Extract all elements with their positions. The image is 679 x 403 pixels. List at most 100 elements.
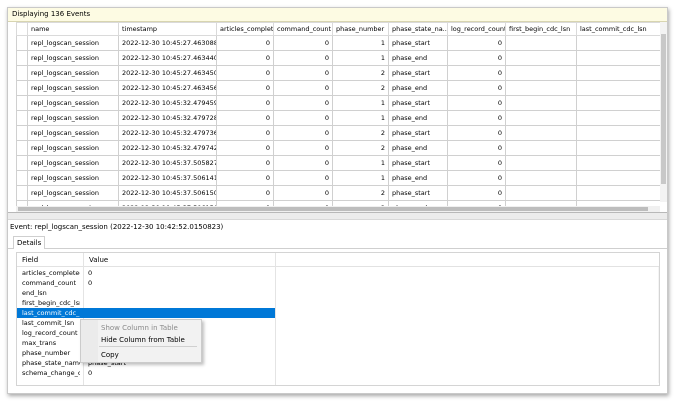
column-header[interactable]: phase_state_na... xyxy=(388,22,448,36)
row-header[interactable] xyxy=(16,35,28,51)
table-cell[interactable]: 0 xyxy=(216,95,274,111)
details-row[interactable]: command_count 0 xyxy=(17,278,659,288)
column-header[interactable]: articles_complet... xyxy=(216,22,274,36)
table-cell[interactable]: 2022-12-30 10:45:32.4797287 xyxy=(118,110,217,126)
table-cell[interactable]: 0 xyxy=(447,110,506,126)
table-cell[interactable]: 0 xyxy=(447,155,506,171)
table-cell[interactable] xyxy=(576,185,660,201)
table-cell[interactable]: 0 xyxy=(273,65,333,81)
table-cell[interactable] xyxy=(576,110,660,126)
table-row[interactable]: repl_logscan_session 2022-12-30 10:45:27.… xyxy=(16,65,660,81)
table-cell[interactable]: 0 xyxy=(447,50,506,66)
table-cell[interactable]: 0 xyxy=(447,65,506,81)
table-cell[interactable]: 0 xyxy=(273,155,333,171)
table-cell[interactable]: phase_start xyxy=(388,95,448,111)
table-cell[interactable]: 2 xyxy=(332,140,389,156)
table-cell[interactable] xyxy=(505,155,577,171)
table-cell[interactable]: phase_end xyxy=(388,170,448,186)
table-cell[interactable] xyxy=(576,170,660,186)
table-cell[interactable]: repl_logscan_session xyxy=(27,95,119,111)
pane-splitter[interactable] xyxy=(8,212,667,220)
table-row[interactable]: repl_logscan_session 2022-12-30 10:45:27.… xyxy=(16,35,660,51)
table-cell[interactable] xyxy=(505,35,577,51)
table-cell[interactable]: 0 xyxy=(447,140,506,156)
table-cell[interactable]: repl_logscan_session xyxy=(27,65,119,81)
table-row[interactable]: repl_logscan_session 2022-12-30 10:45:32.… xyxy=(16,110,660,126)
table-cell[interactable]: 0 xyxy=(273,185,333,201)
table-cell[interactable]: repl_logscan_session xyxy=(27,35,119,51)
table-cell[interactable]: 1 xyxy=(332,35,389,51)
table-cell[interactable]: 0 xyxy=(216,80,274,96)
table-row[interactable]: repl_logscan_session 2022-12-30 10:45:32.… xyxy=(16,125,660,141)
table-cell[interactable]: 2022-12-30 10:45:27.4634500 xyxy=(118,65,217,81)
table-cell[interactable]: 0 xyxy=(447,170,506,186)
table-cell[interactable]: 1 xyxy=(332,155,389,171)
table-cell[interactable]: 0 xyxy=(216,140,274,156)
table-cell[interactable]: 0 xyxy=(216,125,274,141)
table-cell[interactable]: 2022-12-30 10:45:32.4797367 xyxy=(118,125,217,141)
table-cell[interactable]: 0 xyxy=(273,140,333,156)
row-header[interactable] xyxy=(16,80,28,96)
table-cell[interactable]: 2 xyxy=(332,80,389,96)
table-cell[interactable]: 2 xyxy=(332,185,389,201)
table-row[interactable]: repl_logscan_session 2022-12-30 10:45:32.… xyxy=(16,140,660,156)
table-cell[interactable]: 2022-12-30 10:45:27.4634403 xyxy=(118,50,217,66)
table-cell[interactable]: phase_end xyxy=(388,80,448,96)
table-cell[interactable]: repl_logscan_session xyxy=(27,185,119,201)
table-cell[interactable]: phase_start xyxy=(388,125,448,141)
table-cell[interactable]: phase_start xyxy=(388,185,448,201)
table-cell[interactable]: 0 xyxy=(447,80,506,96)
table-row[interactable]: repl_logscan_session 2022-12-30 10:45:27.… xyxy=(16,50,660,66)
table-cell[interactable]: 0 xyxy=(447,35,506,51)
grid-vertical-scroll-thumb[interactable] xyxy=(661,34,666,184)
table-cell[interactable]: 2 xyxy=(332,65,389,81)
table-cell[interactable] xyxy=(576,50,660,66)
details-vertical-scrollbar[interactable] xyxy=(658,267,660,383)
menu-item-copy[interactable]: Copy xyxy=(81,349,201,360)
table-cell[interactable]: repl_logscan_session xyxy=(27,50,119,66)
column-header[interactable]: timestamp xyxy=(118,22,217,36)
table-cell[interactable]: 1 xyxy=(332,95,389,111)
table-cell[interactable]: phase_end xyxy=(388,50,448,66)
table-cell[interactable]: repl_logscan_session xyxy=(27,170,119,186)
table-row[interactable]: repl_logscan_session2022-12-30 10:45:37.… xyxy=(16,185,660,201)
table-cell[interactable]: 0 xyxy=(216,65,274,81)
row-header[interactable] xyxy=(16,155,28,171)
table-cell[interactable]: repl_logscan_session xyxy=(27,80,119,96)
table-cell[interactable]: 2022-12-30 10:45:32.4797423 xyxy=(118,140,217,156)
row-header[interactable] xyxy=(16,140,28,156)
table-cell[interactable]: repl_logscan_session xyxy=(27,155,119,171)
table-cell[interactable]: phase_start xyxy=(388,65,448,81)
table-row[interactable]: repl_logscan_session 2022-12-30 10:45:27.… xyxy=(16,80,660,96)
table-cell[interactable]: 2022-12-30 10:45:27.4634561 xyxy=(118,80,217,96)
table-cell[interactable] xyxy=(505,170,577,186)
table-cell[interactable]: phase_start xyxy=(388,35,448,51)
table-cell[interactable]: 0 xyxy=(216,50,274,66)
column-header[interactable]: name xyxy=(27,22,119,36)
table-cell[interactable]: 0 xyxy=(273,110,333,126)
table-cell[interactable] xyxy=(576,35,660,51)
grid-vertical-scrollbar[interactable] xyxy=(660,22,667,202)
menu-item-hide-column[interactable]: Hide Column from Table xyxy=(81,334,201,345)
table-cell[interactable]: 0 xyxy=(447,125,506,141)
table-cell[interactable]: 0 xyxy=(216,110,274,126)
row-header[interactable] xyxy=(16,125,28,141)
details-header-value[interactable]: Value xyxy=(89,256,108,264)
table-cell[interactable] xyxy=(505,80,577,96)
table-cell[interactable] xyxy=(505,110,577,126)
row-header[interactable] xyxy=(16,185,28,201)
table-cell[interactable]: 0 xyxy=(216,155,274,171)
table-cell[interactable]: 1 xyxy=(332,170,389,186)
details-vertical-scroll-thumb[interactable] xyxy=(659,269,660,381)
table-cell[interactable]: 2022-12-30 10:45:27.4630885 xyxy=(118,35,217,51)
table-row[interactable]: repl_logscan_session 2022-12-30 10:45:32.… xyxy=(16,95,660,111)
grid-horizontal-scroll-thumb[interactable] xyxy=(18,207,648,211)
table-cell[interactable]: repl_logscan_session xyxy=(27,125,119,141)
table-cell[interactable]: 0 xyxy=(447,185,506,201)
table-cell[interactable]: phase_end xyxy=(388,140,448,156)
table-cell[interactable]: 0 xyxy=(273,35,333,51)
table-cell[interactable]: 2022-12-30 10:45:37.5061418 xyxy=(118,170,217,186)
row-header[interactable] xyxy=(16,65,28,81)
column-header[interactable]: first_begin_cdc_lsn xyxy=(505,22,577,36)
table-cell[interactable] xyxy=(505,185,577,201)
